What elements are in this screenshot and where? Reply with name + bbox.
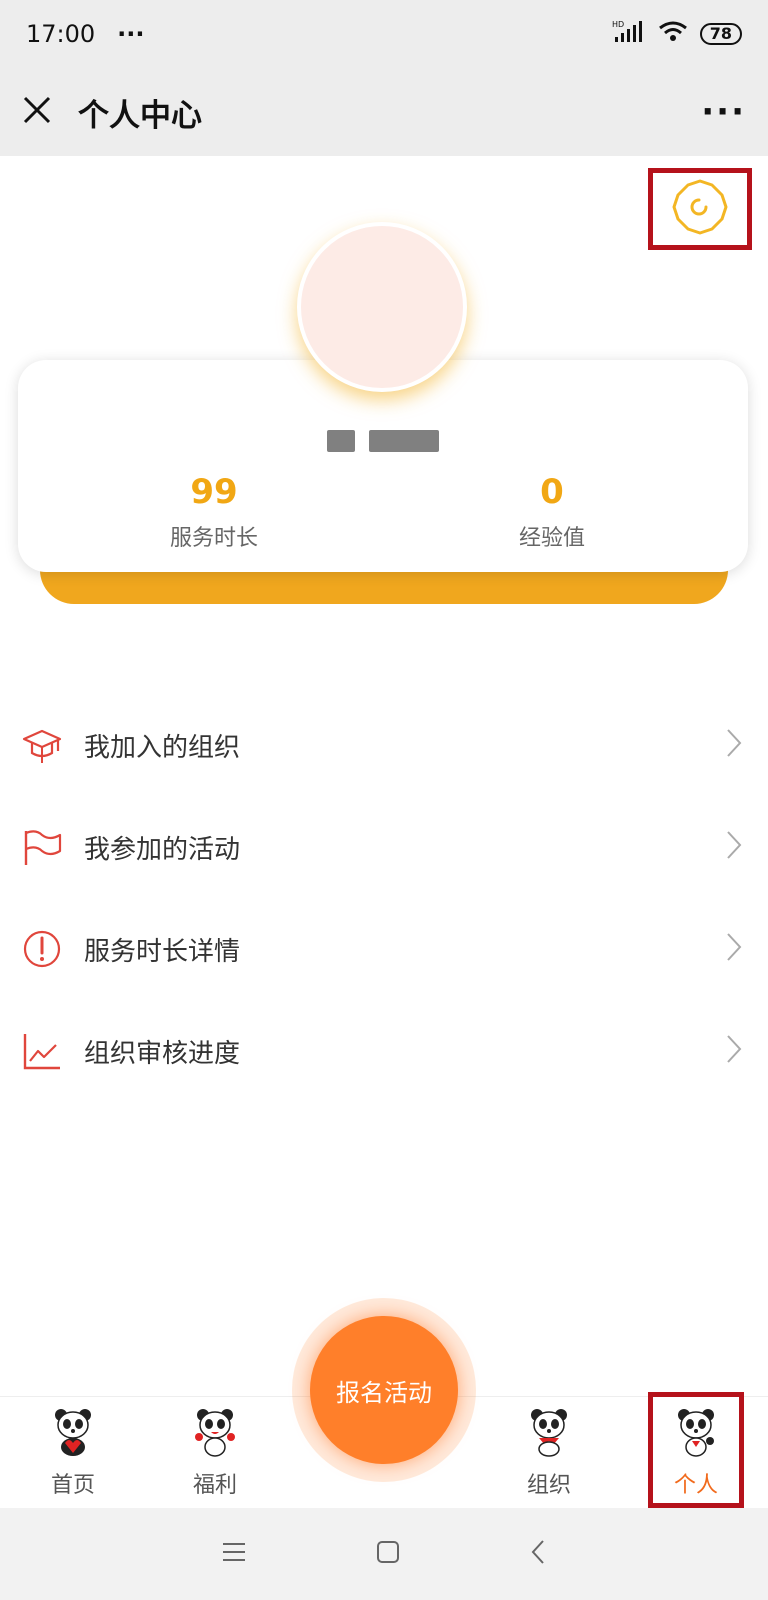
status-time: 17:00 — [26, 20, 96, 48]
line-chart-icon — [22, 1031, 62, 1071]
page-title: 个人中心 — [78, 97, 202, 134]
nav-label: 福利 — [192, 1473, 237, 1498]
title-bar: 个人中心 ··· — [0, 68, 768, 156]
menu-item-label: 我参加的活动 — [84, 834, 241, 865]
stat-experience[interactable]: 0 经验值 — [452, 472, 652, 552]
stat-service-hours[interactable]: 99 服务时长 — [114, 472, 314, 552]
menu-item-my-organizations[interactable]: 我加入的组织 — [0, 694, 768, 796]
system-nav-bar — [0, 1508, 768, 1600]
nav-item-benefits[interactable]: 福利 — [160, 1407, 270, 1499]
stat-label: 服务时长 — [169, 526, 258, 551]
panda-cheer-icon — [195, 1409, 235, 1457]
chevron-right-icon — [726, 1034, 742, 1068]
svg-text:HD: HD — [612, 20, 624, 29]
active-tab-highlight — [648, 1392, 744, 1508]
username-redacted — [18, 422, 748, 458]
nav-label: 首页 — [50, 1473, 95, 1498]
nav-label: 组织 — [526, 1473, 571, 1498]
menu-item-review-progress[interactable]: 组织审核进度 — [0, 1000, 768, 1102]
settings-button[interactable] — [648, 168, 752, 250]
stat-value: 0 — [540, 472, 564, 512]
flag-icon — [22, 827, 62, 867]
wifi-icon — [658, 19, 688, 49]
more-options-button[interactable]: ··· — [701, 92, 746, 132]
signal-icon: HD — [612, 19, 646, 49]
battery-indicator: 78 — [699, 23, 742, 45]
menu-item-label: 我加入的组织 — [84, 732, 241, 763]
menu-item-label: 服务时长详情 — [84, 936, 241, 967]
menu-list: 我加入的组织 我参加的活动 服务时长详情 组织审核进度 — [0, 694, 768, 1102]
nav-item-home[interactable]: 首页 — [18, 1407, 128, 1499]
menu-lines-icon[interactable] — [222, 1541, 246, 1567]
chevron-right-icon — [726, 932, 742, 966]
panda-scarf-icon — [531, 1409, 567, 1457]
panda-heart-icon — [55, 1409, 91, 1456]
exclamation-circle-icon — [22, 929, 62, 969]
graduation-cap-icon — [22, 725, 62, 765]
menu-item-my-activities[interactable]: 我参加的活动 — [0, 796, 768, 898]
stat-label: 经验值 — [518, 526, 585, 551]
register-activity-button[interactable]: 报名活动 — [310, 1316, 458, 1464]
menu-item-service-hours[interactable]: 服务时长详情 — [0, 898, 768, 1000]
home-square-icon[interactable] — [376, 1540, 400, 1568]
gear-icon — [668, 177, 732, 241]
avatar[interactable] — [297, 222, 467, 392]
back-chevron-icon[interactable] — [530, 1539, 546, 1569]
chevron-right-icon — [726, 830, 742, 864]
nav-item-organizations[interactable]: 组织 — [494, 1407, 604, 1499]
status-bar: 17:00 ··· HD 78 — [0, 0, 768, 68]
status-dots: ··· — [117, 20, 145, 48]
menu-item-label: 组织审核进度 — [84, 1038, 241, 1069]
chevron-right-icon — [726, 728, 742, 762]
close-icon[interactable] — [22, 95, 52, 129]
stat-value: 99 — [190, 472, 238, 512]
